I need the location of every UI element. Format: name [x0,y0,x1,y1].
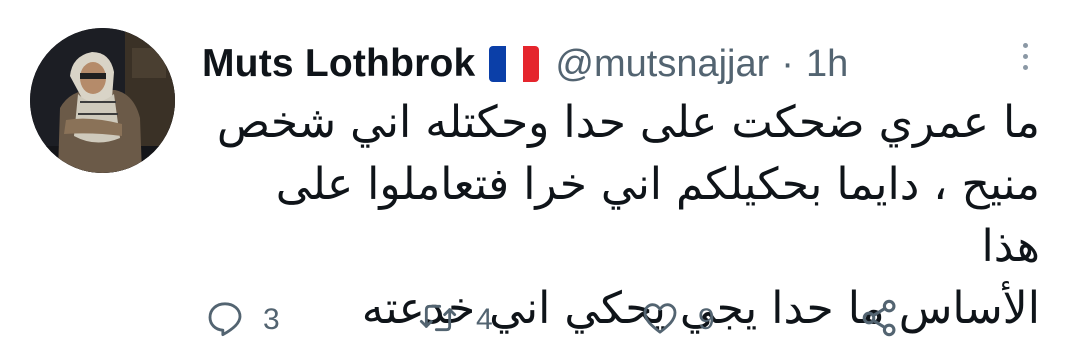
tweet-text-line: ما عمري ضحكت على حدا وحكتله اني شخص [216,97,1040,148]
action-bar: 3 4 9 [0,295,1080,345]
avatar[interactable] [30,28,175,173]
separator-dot: · [781,42,794,85]
tweet-card[interactable]: Muts Lothbrok @mutsnajjar · 1h ما عمري ض… [0,0,1080,360]
tweet-header: Muts Lothbrok @mutsnajjar · 1h [202,36,848,92]
user-handle[interactable]: @mutsnajjar [555,43,769,86]
more-icon[interactable] [1010,36,1040,76]
retweet-count: 4 [476,303,493,336]
like-count: 9 [698,303,715,336]
heart-icon [640,298,680,343]
tweet-text-line: منيح ، دايما بحكيلكم اني خرا فتعاملوا عل… [275,159,1040,272]
reply-button[interactable]: 3 [205,295,280,345]
like-button[interactable]: 9 [640,295,715,345]
retweet-icon [418,298,458,343]
share-icon [858,296,902,345]
reply-count: 3 [263,303,280,336]
display-name[interactable]: Muts Lothbrok [202,42,475,86]
timestamp[interactable]: 1h [806,43,848,86]
reply-icon [205,298,245,343]
share-button[interactable] [858,295,902,345]
retweet-button[interactable]: 4 [418,295,493,345]
france-flag-icon [489,46,540,82]
